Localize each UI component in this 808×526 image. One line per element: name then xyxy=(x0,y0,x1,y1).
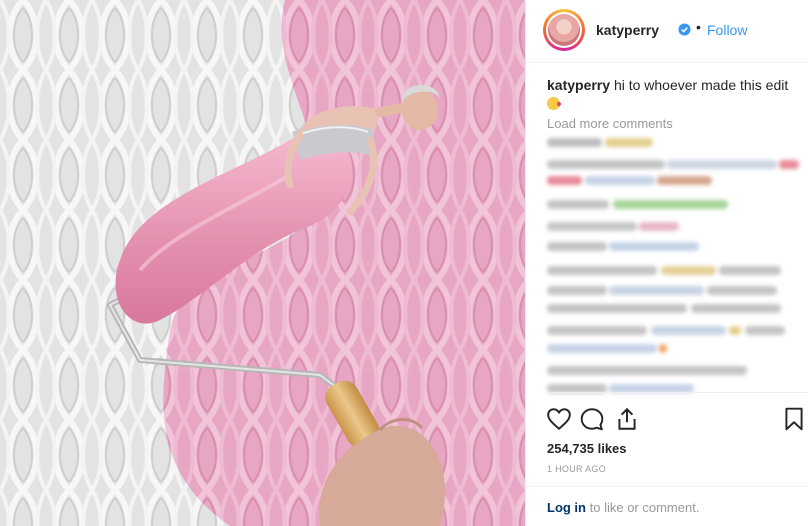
bookmark-icon[interactable] xyxy=(781,406,807,432)
share-icon[interactable] xyxy=(614,406,640,432)
caption-username[interactable]: katyperry xyxy=(547,77,610,93)
follow-button[interactable]: Follow xyxy=(707,22,747,38)
comment-icon[interactable] xyxy=(579,406,605,432)
username[interactable]: katyperry xyxy=(596,22,659,38)
likes-count[interactable]: 254,735 likes xyxy=(547,441,627,456)
caption: katyperry hi to whoever made this edit xyxy=(547,76,802,112)
blurred-comments xyxy=(547,138,805,393)
load-more-comments[interactable]: Load more comments xyxy=(547,116,673,131)
post-photo[interactable] xyxy=(0,0,525,526)
divider xyxy=(547,392,808,393)
photo-illustration xyxy=(0,0,525,526)
login-link[interactable]: Log in xyxy=(547,500,586,515)
login-prompt: Log in to like or comment. xyxy=(547,500,699,515)
divider xyxy=(526,486,808,487)
separator-dot: • xyxy=(696,19,701,35)
heart-icon[interactable] xyxy=(546,406,572,432)
post-header: katyperry • Follow xyxy=(526,0,808,63)
kiss-emoji-icon xyxy=(547,97,560,110)
post-timestamp[interactable]: 1 HOUR AGO xyxy=(547,464,606,474)
caption-text: hi to whoever made this edit xyxy=(613,77,789,93)
verified-badge-icon xyxy=(678,23,691,36)
avatar[interactable] xyxy=(543,9,585,51)
post-side-panel: katyperry • Follow katyperry hi to whoev… xyxy=(526,0,808,526)
action-bar xyxy=(526,406,808,436)
login-prompt-text: to like or comment. xyxy=(589,500,700,515)
